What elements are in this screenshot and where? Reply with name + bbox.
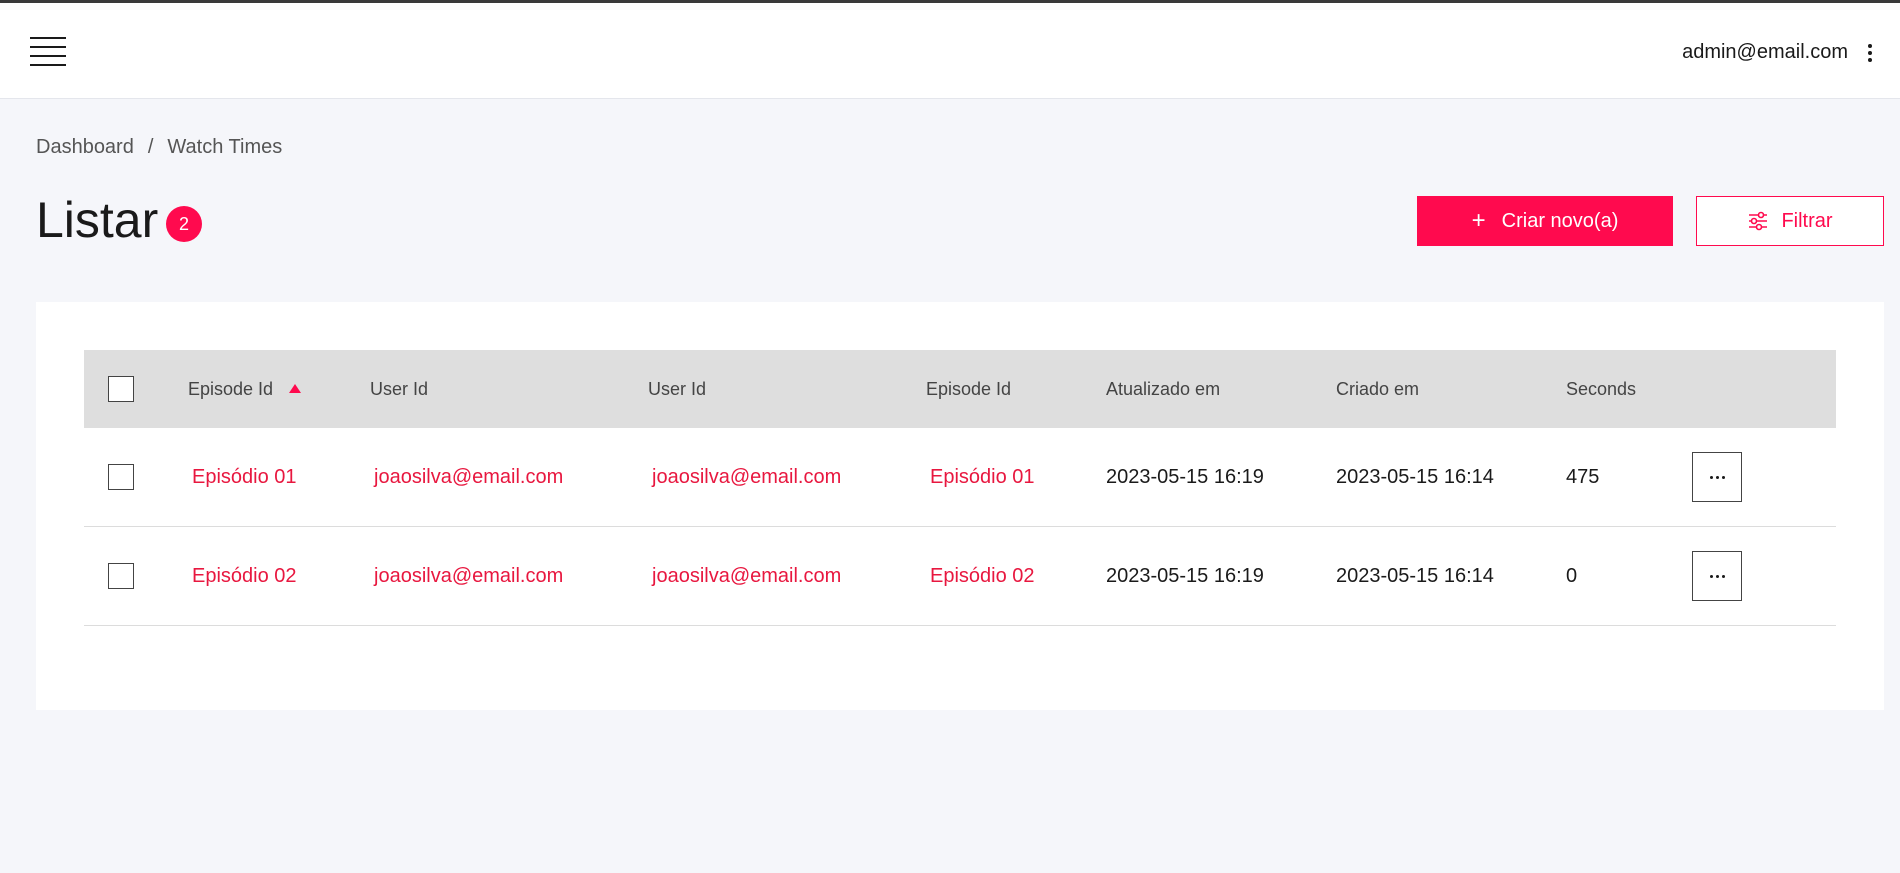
- table-header: Episode Id User Id User Id Episode Id At…: [84, 350, 1836, 428]
- count-badge: 2: [166, 206, 202, 242]
- created-at-value: 2023-05-15 16:14: [1336, 465, 1494, 488]
- create-new-button[interactable]: + Criar novo(a): [1417, 196, 1673, 246]
- breadcrumb: Dashboard / Watch Times: [36, 136, 282, 159]
- updated-at-value: 2023-05-15 16:19: [1106, 564, 1264, 587]
- row-checkbox[interactable]: [108, 563, 134, 589]
- breadcrumb-current: Watch Times: [167, 136, 283, 158]
- column-header-user-id-2[interactable]: User Id: [648, 350, 706, 428]
- row-checkbox[interactable]: [108, 464, 134, 490]
- episode-id-link[interactable]: Episódio 02: [192, 527, 297, 625]
- column-header-updated-at[interactable]: Atualizado em: [1106, 350, 1220, 428]
- filter-label: Filtrar: [1781, 209, 1833, 232]
- list-card: Episode Id User Id User Id Episode Id At…: [36, 302, 1884, 710]
- ellipsis-icon: [1709, 574, 1713, 578]
- user-email[interactable]: admin@email.com: [1682, 41, 1848, 64]
- table-row: Episódio 01 joaosilva@email.com joaosilv…: [84, 428, 1836, 527]
- episode-id-link[interactable]: Episódio 02: [930, 527, 1035, 625]
- seconds-value: 475: [1566, 465, 1600, 488]
- top-app-bar: admin@email.com: [0, 3, 1900, 99]
- user-id-link[interactable]: joaosilva@email.com: [652, 428, 841, 526]
- page-title: Listar: [36, 192, 159, 248]
- column-header-episode-id-2[interactable]: Episode Id: [926, 350, 1011, 428]
- select-all-checkbox[interactable]: [108, 376, 134, 402]
- breadcrumb-separator: /: [147, 136, 154, 158]
- ellipsis-icon: [1709, 475, 1713, 479]
- menu-icon[interactable]: [30, 37, 66, 69]
- row-actions-button[interactable]: [1692, 551, 1742, 601]
- create-new-label: Criar novo(a): [1501, 209, 1619, 232]
- sliders-icon: [1749, 211, 1768, 231]
- column-header-user-id[interactable]: User Id: [370, 350, 428, 428]
- created-at-value: 2023-05-15 16:14: [1336, 564, 1494, 587]
- column-header-created-at[interactable]: Criado em: [1336, 350, 1419, 428]
- episode-id-link[interactable]: Episódio 01: [192, 428, 297, 526]
- more-options-icon[interactable]: [1864, 41, 1876, 65]
- updated-at-value: 2023-05-15 16:19: [1106, 465, 1264, 488]
- sort-ascending-icon: [289, 383, 302, 393]
- breadcrumb-dashboard[interactable]: Dashboard: [36, 136, 134, 159]
- data-table: Episode Id User Id User Id Episode Id At…: [84, 350, 1836, 626]
- row-actions-button[interactable]: [1692, 452, 1742, 502]
- column-header-seconds[interactable]: Seconds: [1566, 350, 1636, 428]
- episode-id-link[interactable]: Episódio 01: [930, 428, 1035, 526]
- column-header-episode-id[interactable]: Episode Id: [188, 350, 302, 428]
- seconds-value: 0: [1566, 564, 1578, 587]
- table-row: Episódio 02 joaosilva@email.com joaosilv…: [84, 527, 1836, 626]
- filter-button[interactable]: Filtrar: [1696, 196, 1884, 246]
- user-id-link[interactable]: joaosilva@email.com: [374, 527, 563, 625]
- plus-icon: +: [1471, 207, 1486, 234]
- user-id-link[interactable]: joaosilva@email.com: [374, 428, 563, 526]
- user-id-link[interactable]: joaosilva@email.com: [652, 527, 841, 625]
